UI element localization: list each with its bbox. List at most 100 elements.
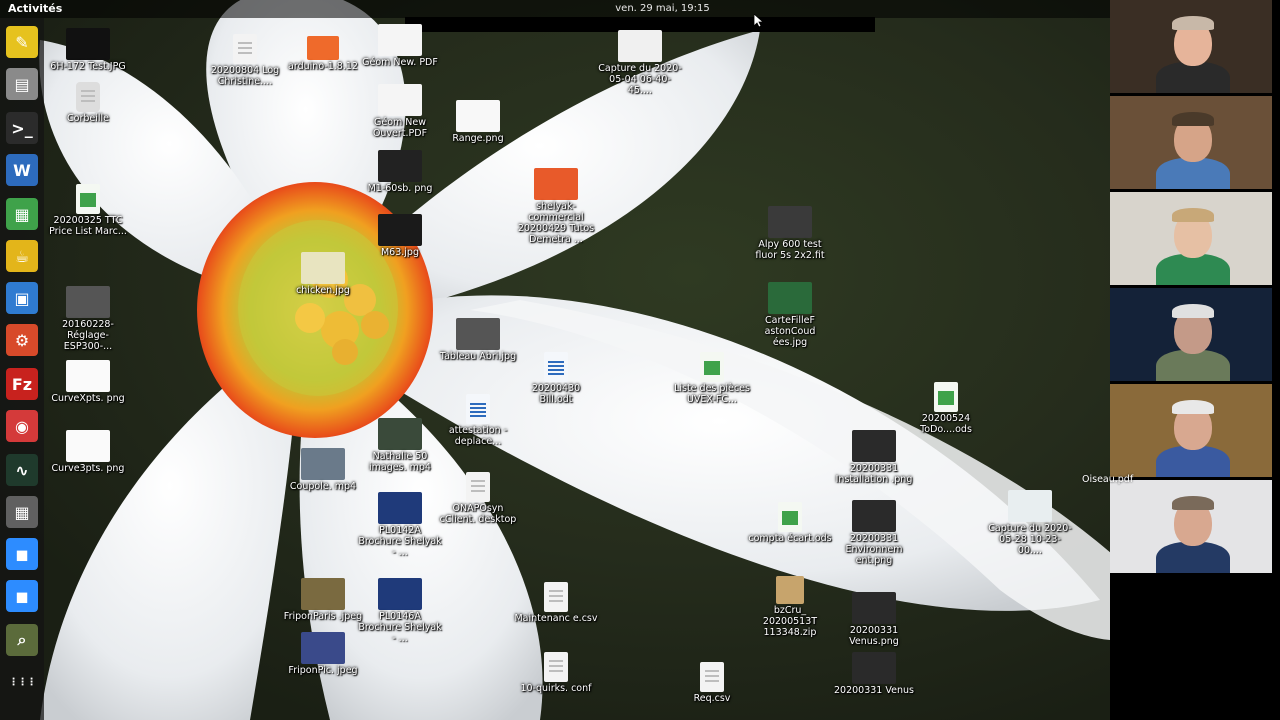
desktop-icon[interactable]: 10-quirks. conf <box>514 652 598 694</box>
desktop-icon-label: attestation - deplace... <box>448 425 508 447</box>
desktop-icon[interactable]: 20200524 ToDo....ods <box>904 382 988 435</box>
desktop-icon[interactable]: shelyak-commercial 20200429 Tutos Demetr… <box>514 168 598 245</box>
files-icon[interactable]: ▤ <box>6 68 38 100</box>
desktop-icon-label: 6H-172 Test.JPG <box>50 61 126 72</box>
desktop-icon-label: Req.csv <box>693 693 731 704</box>
desktop-icon[interactable]: Géom New. PDF <box>358 24 442 68</box>
desktop-icon-label: Corbeille <box>67 113 109 124</box>
desktop-icon[interactable]: chicken.jpg <box>281 252 365 296</box>
virtualbox-icon[interactable]: ▣ <box>6 282 38 314</box>
system-monitor-icon[interactable]: ∿ <box>6 454 38 486</box>
image-thumbnail-icon <box>66 28 110 60</box>
terminal-icon[interactable]: >_ <box>6 112 38 144</box>
desktop-icon[interactable]: 20200804 Log Christine.... <box>203 34 287 87</box>
desktop-icon[interactable]: PL0146A Brochure Shelyak - ... <box>358 578 442 644</box>
clock[interactable]: ven. 29 mai, 19:15 <box>600 3 725 14</box>
desktop-icon[interactable]: bzCru_ 20200513T 113348.zip <box>748 576 832 638</box>
desktop-icon[interactable]: Maintenanc e.csv <box>514 582 598 624</box>
desktop-icon[interactable]: 20200331 Installation .png <box>832 430 916 485</box>
desktop-icon[interactable]: attestation - deplace... <box>436 394 520 447</box>
filezilla-icon[interactable]: Fz <box>6 368 38 400</box>
desktop-icon[interactable]: 20200331 Venus.png <box>832 592 916 647</box>
zoom-icon[interactable]: ◼ <box>6 538 38 570</box>
archive-file-icon <box>776 576 804 604</box>
participant-video-tile[interactable] <box>1110 480 1272 573</box>
participant-body <box>1156 62 1230 93</box>
participant-video-tile[interactable] <box>1110 96 1272 189</box>
desktop-icon-label: PL0142A Brochure Shelyak - ... <box>358 525 442 558</box>
desktop-icon[interactable]: Liste des pièces UVEX-FC... <box>670 352 754 405</box>
desktop-icon-label: 20160228-Réglage-ESP300-... <box>62 319 114 352</box>
desktop-icon[interactable]: M1-60sb. png <box>358 150 442 194</box>
desktop-icon[interactable]: 20200430 Bill.odt <box>514 352 598 405</box>
ghost-app-icon[interactable]: ◉ <box>6 410 38 442</box>
desktop-icon[interactable]: Capture du 2020-05-04 06-40-45.... <box>598 30 682 96</box>
document-file-icon <box>700 662 724 692</box>
desktop-icon[interactable]: Corbeille <box>46 82 130 124</box>
desktop-icon[interactable]: 20200331 Environnem ent.png <box>832 500 916 566</box>
desktop-icon[interactable]: ONAPOsyn cClient. desktop <box>436 472 520 525</box>
image-thumbnail-icon <box>852 430 896 462</box>
desktop-icon[interactable]: 6H-172 Test.JPG <box>46 28 130 72</box>
desktop-icon-label: 20200804 Log Christine.... <box>210 65 280 87</box>
desktop-icon-label: Capture du 2020-05-04 06-40-45.... <box>598 63 682 96</box>
settings-icon[interactable]: ⚙ <box>6 324 38 356</box>
participant-video-tile[interactable] <box>1110 384 1272 477</box>
desktop-icon-label: 20200331 Venus <box>834 685 914 696</box>
image-thumbnail-icon <box>534 168 578 200</box>
desktop-icon-oiseau[interactable]: Oiseau.pdf <box>1082 474 1133 485</box>
spreadsheet-file-icon <box>76 184 100 214</box>
desktop-icon[interactable]: compta écart.ods <box>748 502 832 544</box>
desktop-icon[interactable]: 20160228-Réglage-ESP300-... <box>46 286 130 352</box>
document-file-icon <box>544 582 568 612</box>
image-thumbnail-icon <box>378 150 422 182</box>
desktop-icon[interactable]: arduino-1.8.12 <box>281 36 365 72</box>
desktop-icon-label: 20200325 TTC Price List Marc... <box>49 215 127 237</box>
desktop-icon[interactable]: Géom New Ouvert.PDF <box>358 84 442 139</box>
image-thumbnail-icon <box>1008 490 1052 522</box>
desktop-icon[interactable]: Capture du 2020-05-28 10-23-00.... <box>988 490 1072 556</box>
document-file-icon <box>466 472 490 502</box>
image-thumbnail-icon <box>378 578 422 610</box>
participant-body <box>1156 542 1230 573</box>
desktop-icon[interactable]: M63.jpg <box>358 214 442 258</box>
teapot-icon[interactable]: ☕ <box>6 240 38 272</box>
writer-icon[interactable]: W <box>6 154 38 186</box>
desktop-icon-label: CarteFilleF astonCoud ées.jpg <box>764 315 816 348</box>
desktop-icon-label: chicken.jpg <box>296 285 350 296</box>
image-thumbnail-icon <box>852 592 896 624</box>
desktop-icon[interactable]: Nathalie 50 images. mp4 <box>358 418 442 473</box>
image-thumbnail-icon <box>456 318 500 350</box>
desktop-icon[interactable]: Range.png <box>436 100 520 144</box>
desktop-icon[interactable]: Alpy 600 test fluor 5s 2x2.fit <box>748 206 832 261</box>
participant-video-tile[interactable] <box>1110 288 1272 381</box>
desktop-icon[interactable]: Curve3pts. png <box>46 430 130 474</box>
desktop-icon[interactable]: 20200331 Venus <box>832 652 916 696</box>
desktop-icon-label: Curve3pts. png <box>51 463 125 474</box>
desktop-icon[interactable]: Tableau Abri.jpg <box>436 318 520 362</box>
desktop-icon[interactable]: 20200325 TTC Price List Marc... <box>46 184 130 237</box>
calculator-icon[interactable]: ▦ <box>6 496 38 528</box>
magnifier-icon[interactable]: ⌕ <box>6 624 38 656</box>
image-thumbnail-icon <box>66 286 110 318</box>
participant-video-tile[interactable] <box>1110 192 1272 285</box>
activities-button[interactable]: Activités <box>8 2 62 15</box>
app-grid-icon[interactable]: ⋮⋮⋮ <box>6 666 38 698</box>
desktop-icon[interactable]: FriponParis .jpeg <box>281 578 365 622</box>
image-thumbnail-icon <box>378 214 422 246</box>
desktop-icon-label: arduino-1.8.12 <box>288 61 358 72</box>
desktop-icon[interactable]: CurveXpts. png <box>46 360 130 404</box>
spreadsheet-file-icon <box>934 382 958 412</box>
participant-video-tile[interactable] <box>1110 0 1272 93</box>
participant-hair <box>1172 304 1214 318</box>
calc-icon[interactable]: ▦ <box>6 198 38 230</box>
desktop-icon[interactable]: Req.csv <box>670 662 754 704</box>
desktop-icon[interactable]: Coupole. mp4 <box>281 448 365 492</box>
desktop-icon[interactable]: PL0142A Brochure Shelyak - ... <box>358 492 442 558</box>
desktop-icon[interactable]: CarteFilleF astonCoud ées.jpg <box>748 282 832 348</box>
participant-body <box>1156 446 1230 477</box>
desktop-icon[interactable]: FriponPic. jpeg <box>281 632 365 676</box>
pen-app-icon[interactable]: ✎ <box>6 26 38 58</box>
desktop-icon-label: 20200331 Venus.png <box>849 625 899 647</box>
zoom-meeting-icon[interactable]: ◼ <box>6 580 38 612</box>
